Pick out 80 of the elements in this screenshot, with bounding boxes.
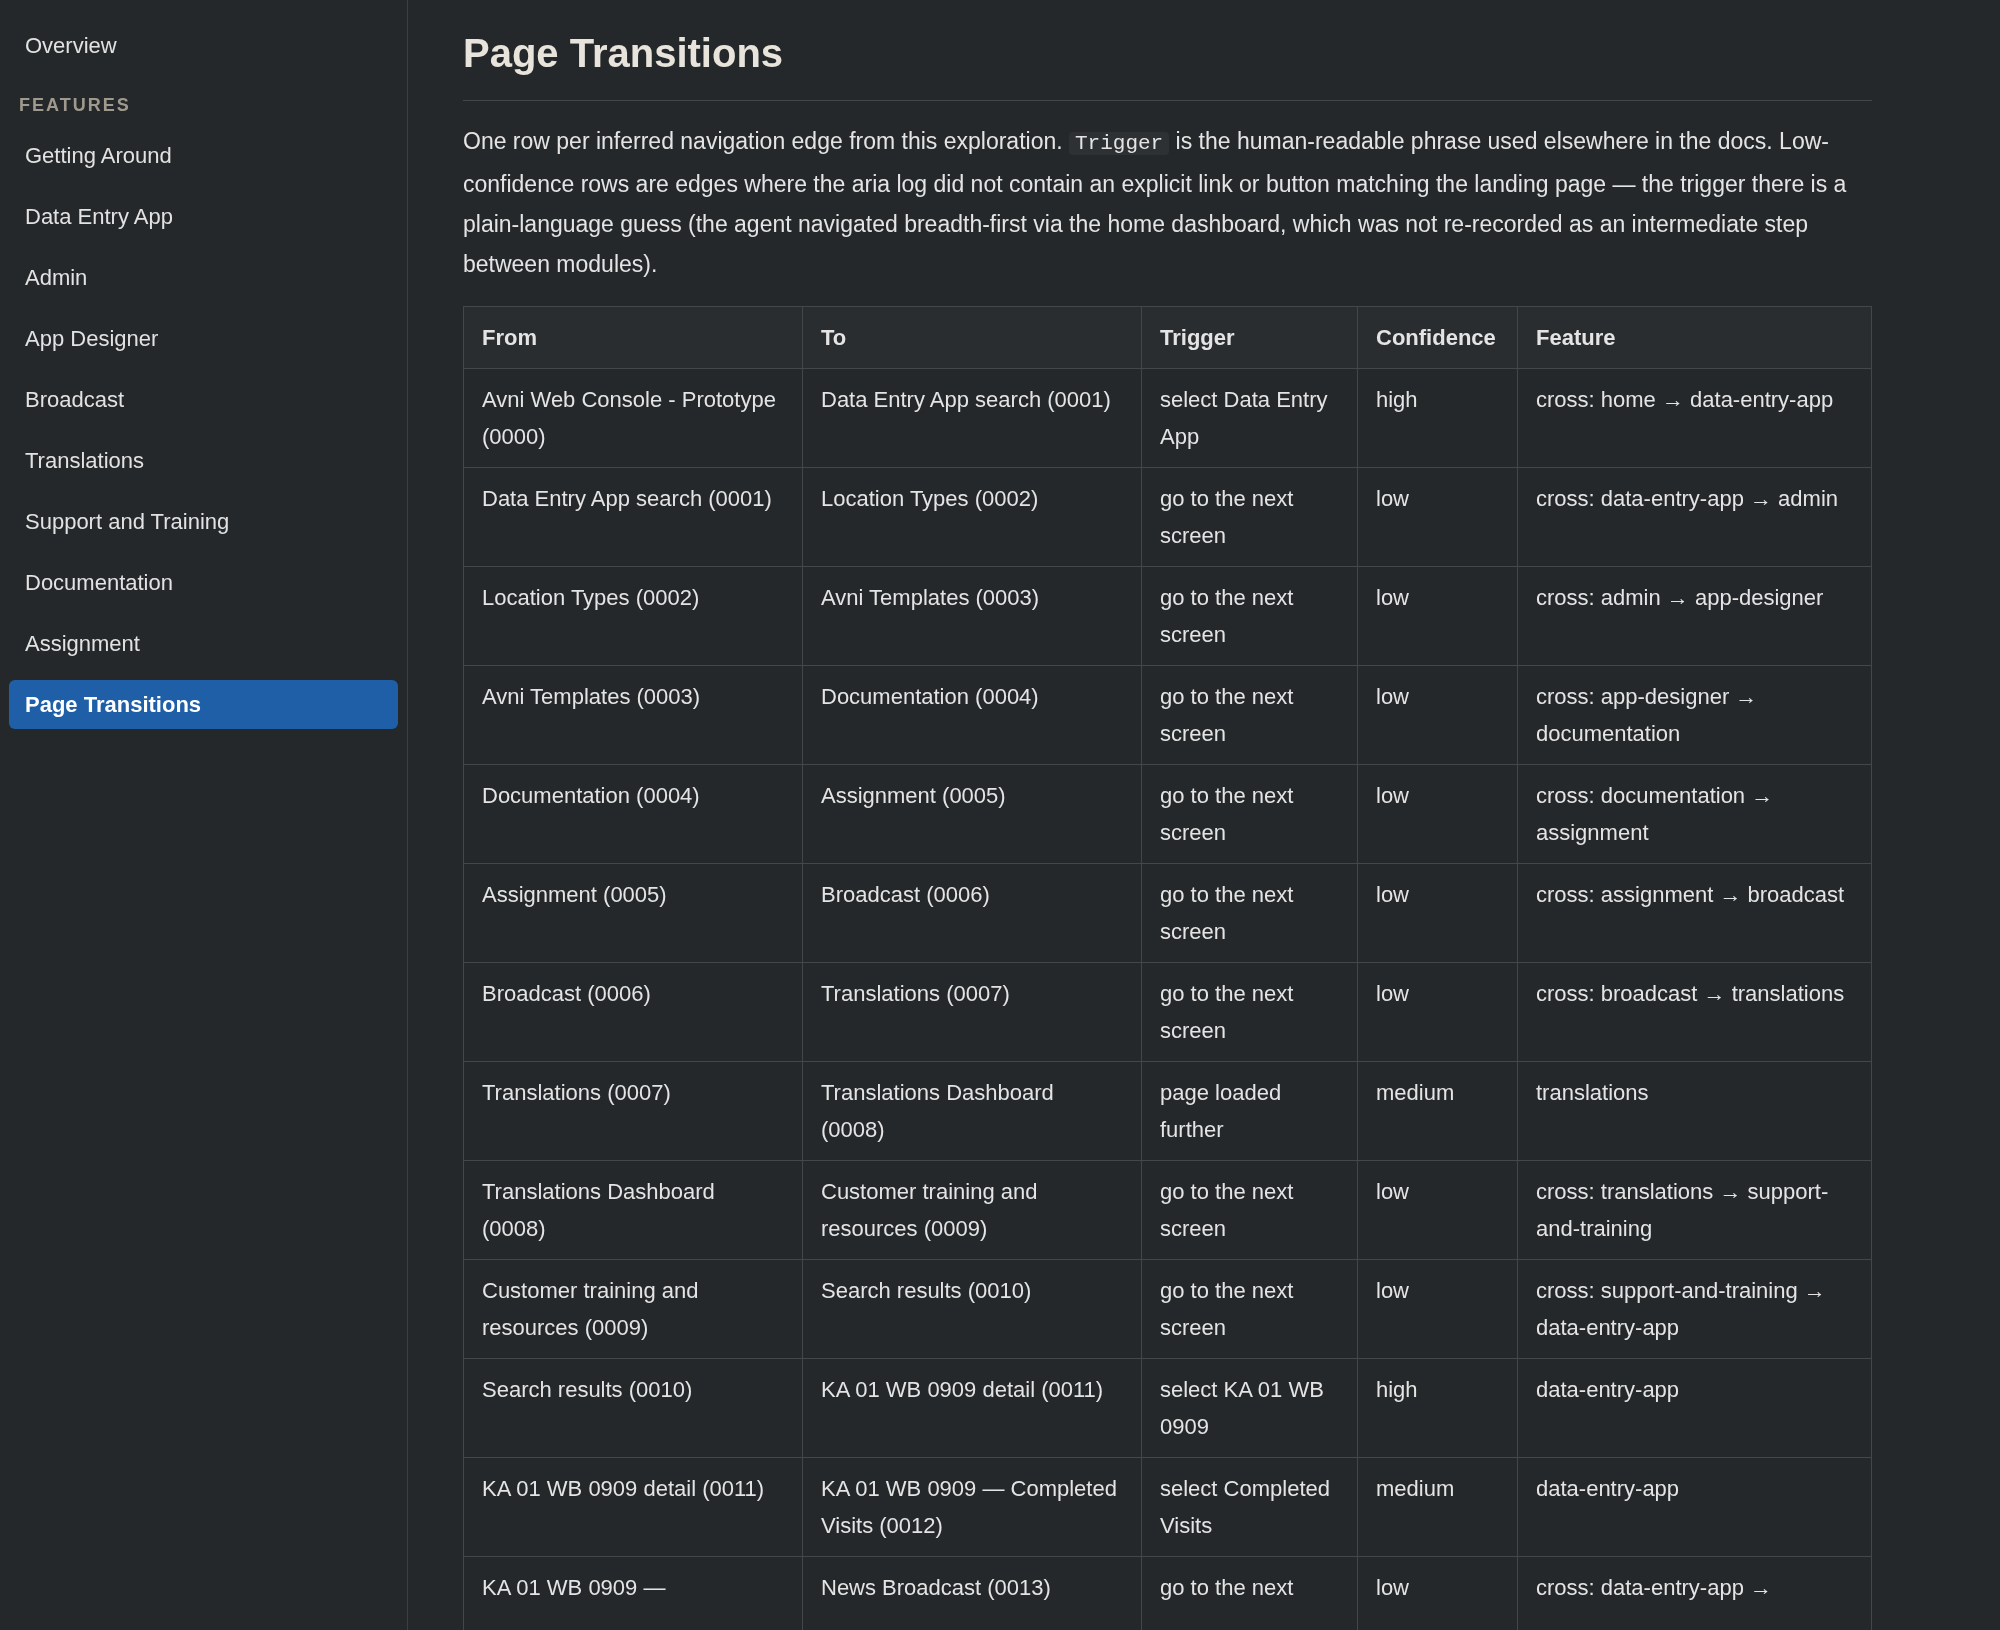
table-cell: low <box>1357 764 1518 864</box>
sidebar-item[interactable]: Page Transitions <box>9 680 398 729</box>
table-cell: Search results (0010) <box>802 1259 1142 1359</box>
sidebar-item[interactable]: Overview <box>9 21 398 70</box>
table-cell: Data Entry App search (0001) <box>463 467 803 567</box>
table-cell: Translations (0007) <box>802 962 1142 1062</box>
table-cell: select Data Entry App <box>1141 368 1358 468</box>
table-cell: go to the next screen <box>1141 962 1358 1062</box>
table-cell: low <box>1357 665 1518 765</box>
table-cell: cross: data-entry-app → admin <box>1517 467 1872 567</box>
table-cell: Broadcast (0006) <box>802 863 1142 963</box>
sidebar-item[interactable]: Assignment <box>9 619 398 668</box>
table-cell: Customer training and resources (0009) <box>463 1259 803 1359</box>
sidebar-item[interactable]: Data Entry App <box>9 192 398 241</box>
column-header: Feature <box>1517 306 1872 369</box>
table-cell: go to the next screen <box>1141 467 1358 567</box>
table-cell: go to the next screen <box>1141 665 1358 765</box>
table-cell: medium <box>1357 1457 1518 1557</box>
table-cell: Broadcast (0006) <box>463 962 803 1062</box>
column-header: From <box>463 306 803 369</box>
table-cell: cross: documentation → assignment <box>1517 764 1872 864</box>
table-cell: go to the next screen <box>1141 863 1358 963</box>
table-cell: cross: assignment → broadcast <box>1517 863 1872 963</box>
table-cell: cross: broadcast → translations <box>1517 962 1872 1062</box>
sidebar-item[interactable]: Admin <box>9 253 398 302</box>
table-cell: Documentation (0004) <box>463 764 803 864</box>
table-cell: low <box>1357 1160 1518 1260</box>
table-cell: Avni Templates (0003) <box>802 566 1142 666</box>
sidebar-item[interactable]: Getting Around <box>9 131 398 180</box>
table-cell: KA 01 WB 0909 detail (0011) <box>463 1457 803 1557</box>
table-cell: Avni Web Console - Prototype (0000) <box>463 368 803 468</box>
table-cell: data-entry-app <box>1517 1358 1872 1458</box>
table-cell: cross: translations → support-and-training <box>1517 1160 1872 1260</box>
section-heading: FEATURES <box>18 94 132 117</box>
table-cell: Avni Templates (0003) <box>463 665 803 765</box>
table-cell: Data Entry App search (0001) <box>802 368 1142 468</box>
table-cell: medium <box>1357 1061 1518 1161</box>
table-cell: low <box>1357 467 1518 567</box>
page-title: Page Transitions <box>463 25 1872 101</box>
table-cell: Customer training and resources (0009) <box>802 1160 1142 1260</box>
table-cell: go to the next screen <box>1141 566 1358 666</box>
table-cell: page loaded further <box>1141 1061 1358 1161</box>
table-cell: select KA 01 WB 0909 <box>1141 1358 1358 1458</box>
sidebar-item[interactable]: Translations <box>9 436 398 485</box>
table-cell: high <box>1357 1358 1518 1458</box>
table-cell: data-entry-app <box>1517 1457 1872 1557</box>
table-cell: go to the next screen <box>1141 764 1358 864</box>
sidebar-item[interactable]: App Designer <box>9 314 398 363</box>
table-cell: Translations Dashboard (0008) <box>463 1160 803 1260</box>
table-cell: select Completed Visits <box>1141 1457 1358 1557</box>
table-cell: Translations Dashboard (0008) <box>802 1061 1142 1161</box>
table-cell: KA 01 WB 0909 — Completed Visits (0012) <box>802 1457 1142 1557</box>
column-header: Trigger <box>1141 306 1358 369</box>
sidebar-item[interactable]: Support and Training <box>9 497 398 546</box>
table-cell: Location Types (0002) <box>802 467 1142 567</box>
table-cell: go to the next screen <box>1141 1160 1358 1260</box>
column-header: To <box>802 306 1142 369</box>
table-cell: translations <box>1517 1061 1872 1161</box>
sidebar-item[interactable]: Documentation <box>9 558 398 607</box>
table-cell: Location Types (0002) <box>463 566 803 666</box>
table-cell: low <box>1357 1259 1518 1359</box>
table-cell: low <box>1357 566 1518 666</box>
table-cell: go to the next screen <box>1141 1259 1358 1359</box>
table-cell: Search results (0010) <box>463 1358 803 1458</box>
table-cell: Assignment (0005) <box>463 863 803 963</box>
table-cell: low <box>1357 962 1518 1062</box>
column-header: Confidence <box>1357 306 1518 369</box>
table-cell: Translations (0007) <box>463 1061 803 1161</box>
table-cell: cross: home → data-entry-app <box>1517 368 1872 468</box>
table-cell: Assignment (0005) <box>802 764 1142 864</box>
table-cell: Documentation (0004) <box>802 665 1142 765</box>
table-cell: KA 01 WB 0909 — <box>463 1556 803 1630</box>
table-cell: cross: app-designer → documentation <box>1517 665 1872 765</box>
table-cell: high <box>1357 368 1518 468</box>
table-cell: KA 01 WB 0909 detail (0011) <box>802 1358 1142 1458</box>
table-cell: low <box>1357 863 1518 963</box>
table-cell: cross: support-and-training → data-entry-app <box>1517 1259 1872 1359</box>
intro-paragraph: One row per inferred navigation edge from this exploration. Trigger is the human-readable phrase used elsewhere in the docs. Low-confidence rows are edges where the aria log did not contain an explicit link or button matching the landing page — the trigger there is a plain-language guess (the agent navigated breadth-first via the home dashboard, which was not re-recorded as an intermediate step between modules). <box>463 127 1848 279</box>
sidebar-item[interactable]: Broadcast <box>9 375 398 424</box>
table-cell: cross: admin → app-designer <box>1517 566 1872 666</box>
